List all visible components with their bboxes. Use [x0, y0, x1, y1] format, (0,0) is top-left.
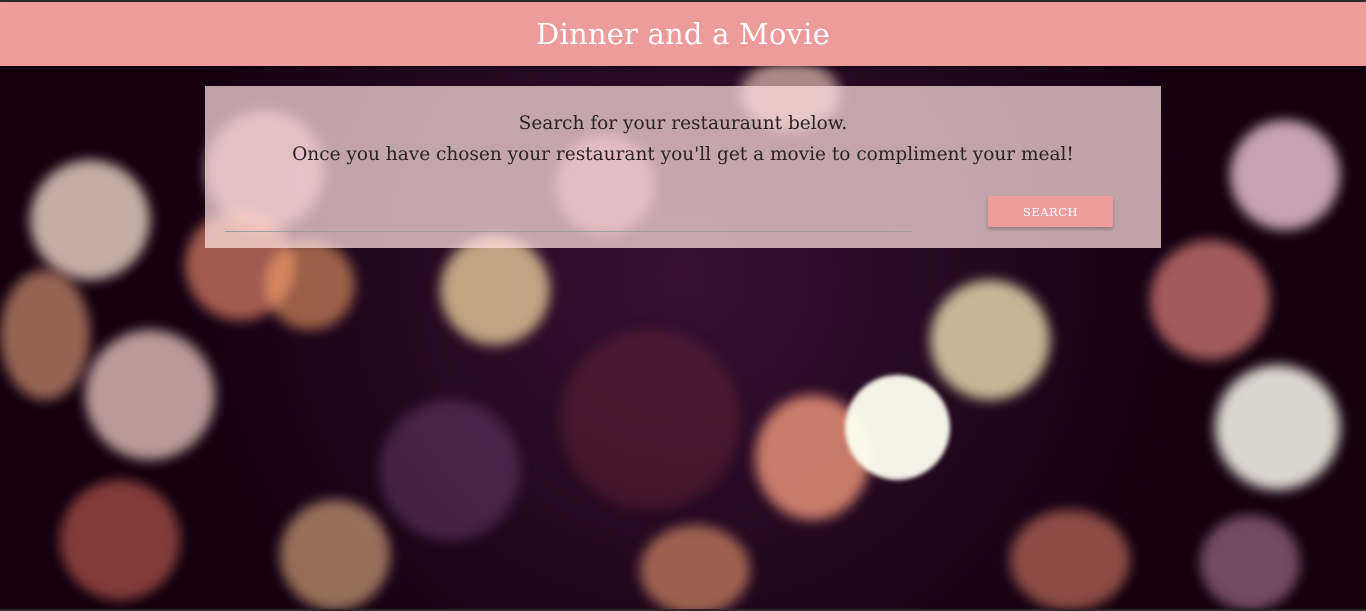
navbar: Dinner and a Movie — [0, 2, 1366, 66]
search-card: Search for your restauraunt below. Once … — [205, 86, 1161, 248]
brand-title[interactable]: Dinner and a Movie — [536, 17, 830, 51]
search-button[interactable]: Search — [988, 196, 1113, 227]
instructions-line-2: Once you have chosen your restaurant you… — [292, 144, 1074, 165]
restaurant-search-input[interactable] — [225, 198, 912, 232]
instructions-line-1: Search for your restauraunt below. — [518, 113, 848, 134]
search-instructions: Search for your restauraunt below. Once … — [205, 108, 1161, 170]
